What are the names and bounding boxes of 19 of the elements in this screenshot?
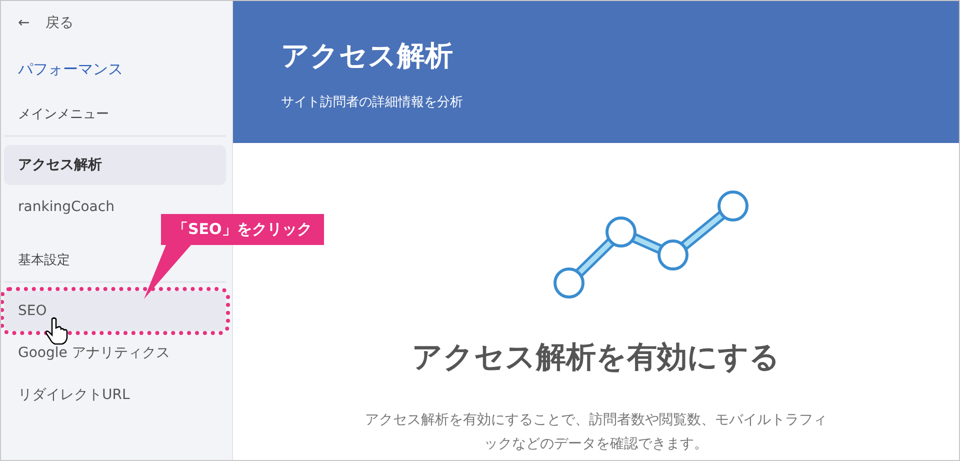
graph-point — [554, 268, 584, 298]
sidebar-item[interactable]: rankingCoach — [4, 187, 128, 227]
graph-point — [718, 190, 748, 222]
sidebar-item[interactable]: リダイレクトURL — [4, 375, 144, 415]
graph-point — [658, 240, 688, 270]
empty-state-heading: アクセス解析を有効にする — [412, 339, 780, 377]
page-title: アクセス解析 — [281, 38, 454, 74]
empty-state-description: アクセス解析を有効にすることで、訪問者数や閲覧数、モバイルトラフィックなどのデータを確認できます。 — [364, 411, 828, 454]
section-heading: メインメニュー — [4, 105, 226, 137]
sidebar-item[interactable]: アクセス解析 — [4, 145, 226, 185]
back-link[interactable]: 戻る — [46, 14, 74, 32]
callout-label: 「SEO」をクリック — [161, 214, 324, 245]
sidebar-item[interactable]: Google アナリティクス — [4, 333, 184, 373]
sidebar-item[interactable]: SEO — [4, 291, 226, 331]
hand-cursor-icon — [45, 317, 69, 345]
page-subtitle: サイト訪問者の詳細情報を分析 — [281, 94, 464, 111]
sidebar-title: パフォーマンス — [17, 60, 124, 79]
back-arrow-icon[interactable]: ← — [18, 15, 30, 31]
graph-point — [606, 216, 636, 248]
